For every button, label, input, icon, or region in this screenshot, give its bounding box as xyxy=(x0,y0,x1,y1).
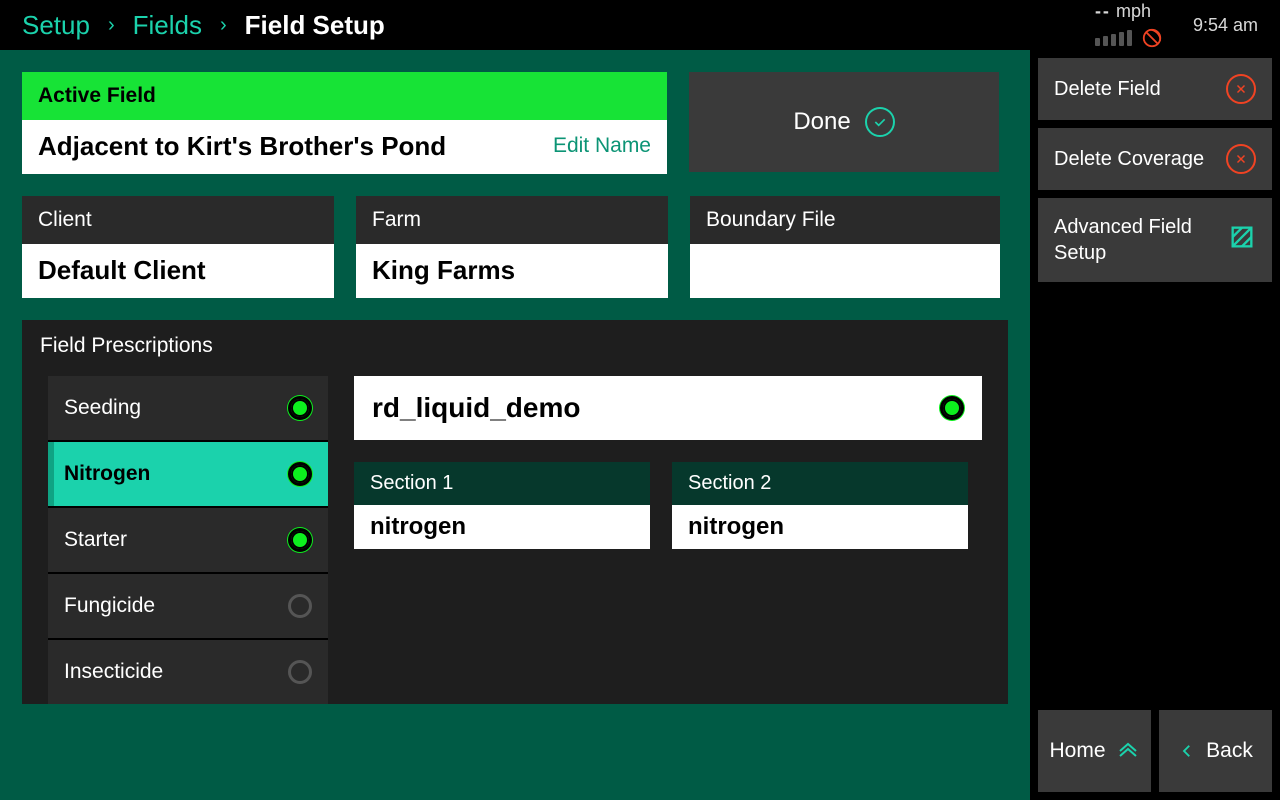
rx-file-name: rd_liquid_demo xyxy=(372,392,580,424)
close-circle-icon xyxy=(1226,144,1256,174)
delete-field-label: Delete Field xyxy=(1054,76,1161,102)
speed-readout: -- mph xyxy=(1095,1,1163,48)
delete-field-button[interactable]: Delete Field xyxy=(1038,58,1272,120)
section2-label: Section 2 xyxy=(672,462,968,505)
delete-coverage-button[interactable]: Delete Coverage xyxy=(1038,128,1272,190)
done-button[interactable]: Done xyxy=(689,72,999,172)
rx-item-starter[interactable]: Starter xyxy=(48,508,328,572)
rx-item-label: Starter xyxy=(64,528,127,552)
rx-item-label: Nitrogen xyxy=(64,462,150,486)
boundary-card[interactable]: Boundary File xyxy=(690,196,1000,298)
chevron-left-icon xyxy=(1178,739,1196,763)
rx-item-seeding[interactable]: Seeding xyxy=(48,376,328,440)
breadcrumb-setup[interactable]: Setup xyxy=(22,10,90,41)
client-label: Client xyxy=(22,196,334,244)
home-icon xyxy=(1116,739,1140,763)
rx-item-label: Insecticide xyxy=(64,660,163,684)
active-field-header: Active Field xyxy=(22,72,667,120)
active-field-card: Active Field Adjacent to Kirt's Brother'… xyxy=(22,72,667,174)
rx-item-fungicide[interactable]: Fungicide xyxy=(48,574,328,638)
farm-label: Farm xyxy=(356,196,668,244)
back-label: Back xyxy=(1206,739,1253,763)
section1-label: Section 1 xyxy=(354,462,650,505)
prescriptions-panel: Field Prescriptions Seeding Nitrogen Sta… xyxy=(22,320,1008,704)
farm-card[interactable]: Farm King Farms xyxy=(356,196,668,298)
edit-name-button[interactable]: Edit Name xyxy=(553,134,651,158)
done-label: Done xyxy=(793,108,850,136)
prescriptions-title: Field Prescriptions xyxy=(22,320,1008,376)
section2-card[interactable]: Section 2 nitrogen xyxy=(672,462,968,549)
boundary-label: Boundary File xyxy=(690,196,1000,244)
chevron-right-icon: › xyxy=(108,14,115,37)
delete-coverage-label: Delete Coverage xyxy=(1054,146,1204,172)
home-label: Home xyxy=(1049,739,1105,763)
section1-value: nitrogen xyxy=(370,513,466,541)
advanced-setup-label: Advanced Field Setup xyxy=(1054,214,1228,266)
status-indicator-icon xyxy=(288,660,312,684)
active-field-name: Adjacent to Kirt's Brother's Pond xyxy=(38,131,446,162)
rx-item-insecticide[interactable]: Insecticide xyxy=(48,640,328,704)
client-card[interactable]: Client Default Client xyxy=(22,196,334,298)
section1-card[interactable]: Section 1 nitrogen xyxy=(354,462,650,549)
status-indicator-icon xyxy=(288,594,312,618)
status-indicator-icon xyxy=(940,396,964,420)
rx-item-nitrogen[interactable]: Nitrogen xyxy=(48,442,328,506)
status-indicator-icon xyxy=(288,462,312,486)
home-button[interactable]: Home xyxy=(1038,710,1151,792)
breadcrumb: Setup › Fields › Field Setup xyxy=(22,10,385,41)
clock: 9:54 am xyxy=(1193,15,1258,36)
rx-file-selector[interactable]: rd_liquid_demo xyxy=(354,376,982,440)
status-indicator-icon xyxy=(288,528,312,552)
breadcrumb-current: Field Setup xyxy=(245,10,385,41)
chevron-right-icon: › xyxy=(220,14,227,37)
field-icon xyxy=(1228,223,1256,257)
back-button[interactable]: Back xyxy=(1159,710,1272,792)
signal-bars-icon xyxy=(1095,30,1132,46)
client-value: Default Client xyxy=(38,255,206,286)
close-circle-icon xyxy=(1226,74,1256,104)
status-indicator-icon xyxy=(288,396,312,420)
farm-value: King Farms xyxy=(372,255,515,286)
rx-item-label: Seeding xyxy=(64,396,141,420)
satellite-icon xyxy=(1141,27,1163,49)
rx-item-label: Fungicide xyxy=(64,594,155,618)
breadcrumb-fields[interactable]: Fields xyxy=(133,10,202,41)
prescription-list: Seeding Nitrogen Starter Fungicide xyxy=(48,376,328,704)
section2-value: nitrogen xyxy=(688,513,784,541)
check-circle-icon xyxy=(865,107,895,137)
advanced-setup-button[interactable]: Advanced Field Setup xyxy=(1038,198,1272,282)
